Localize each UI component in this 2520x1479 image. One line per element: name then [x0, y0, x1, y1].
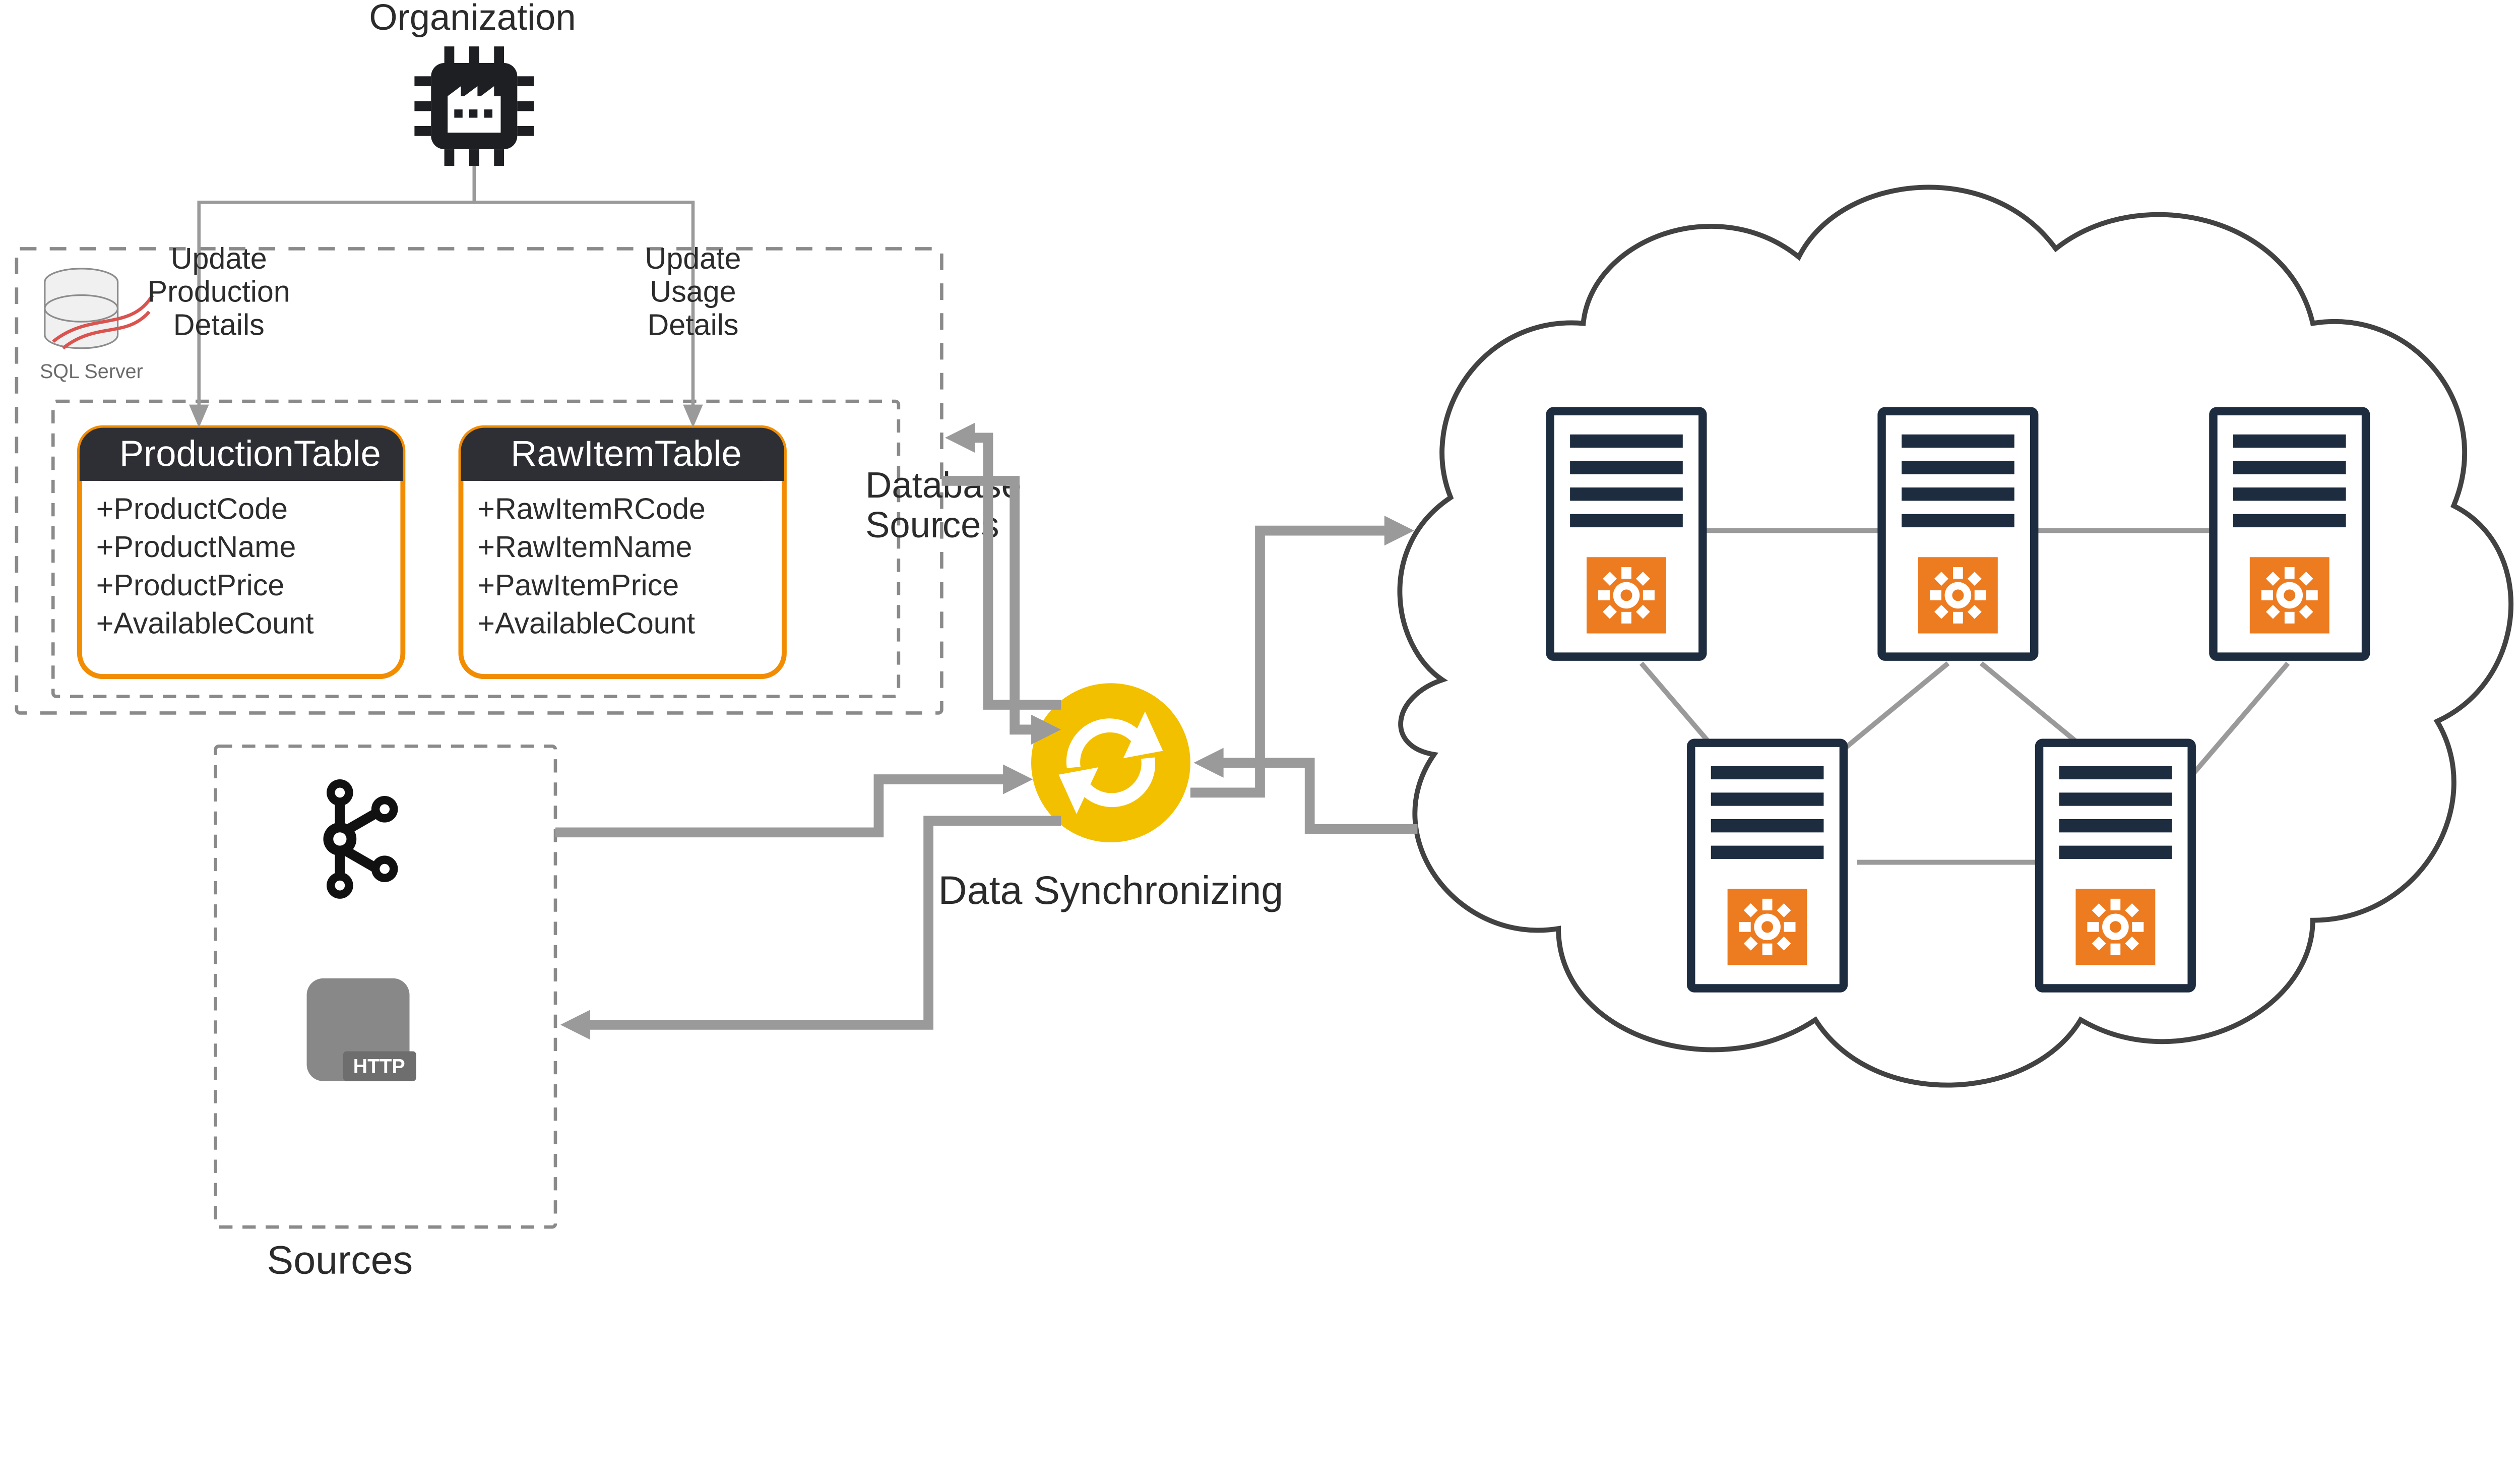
sql-server-label: SQL Server [40, 360, 143, 383]
edge-update-production-l1: Update [171, 241, 267, 275]
database-sources-label-l2: Sources [865, 505, 999, 545]
cloud-cluster [1400, 187, 2511, 1085]
production-table-title: ProductionTable [119, 433, 381, 474]
production-field-0: +ProductCode [96, 492, 288, 526]
data-sync-label: Data Synchronizing [938, 868, 1284, 912]
other-sources-label: Sources [267, 1238, 413, 1282]
production-field-3: +AvailableCount [96, 606, 314, 640]
rawitem-field-3: +AvailableCount [477, 606, 695, 640]
edge-update-usage: Update Usage Details [474, 202, 741, 427]
edge-update-production-l3: Details [173, 307, 265, 341]
sql-server-icon: SQL Server [40, 269, 153, 383]
server-node-4 [1691, 743, 1844, 989]
server-node-3 [2213, 411, 2366, 657]
production-field-2: +ProductPrice [96, 568, 285, 602]
edge-update-usage-l1: Update [645, 241, 741, 275]
server-node-2 [1882, 411, 2035, 657]
organization-label: Organization [369, 0, 576, 38]
rawitem-field-1: +RawItemName [477, 530, 692, 564]
edge-update-usage-l3: Details [648, 307, 739, 341]
rawitem-field-2: +PawItemPrice [477, 568, 679, 602]
kafka-icon [323, 779, 398, 899]
edge-sync-to-cloud [1190, 516, 1414, 792]
edge-update-production-l2: Production [148, 275, 290, 309]
edge-update-production: Update Production Details [148, 202, 474, 427]
rawitem-table: RawItemTable +RawItemRCode +RawItemName … [461, 428, 784, 676]
rawitem-field-0: +RawItemRCode [477, 492, 705, 526]
production-field-1: +ProductName [96, 530, 296, 564]
production-table: ProductionTable +ProductCode +ProductNam… [80, 428, 403, 676]
organization-chip-icon [414, 46, 534, 166]
edge-sync-to-http [560, 821, 1061, 1039]
edge-update-usage-l2: Usage [650, 275, 736, 309]
http-icon: HTTP [307, 978, 416, 1081]
http-badge-text: HTTP [353, 1055, 405, 1077]
server-node-5 [2039, 743, 2192, 989]
rawitem-table-title: RawItemTable [511, 433, 741, 474]
server-node-1 [1550, 411, 1703, 657]
